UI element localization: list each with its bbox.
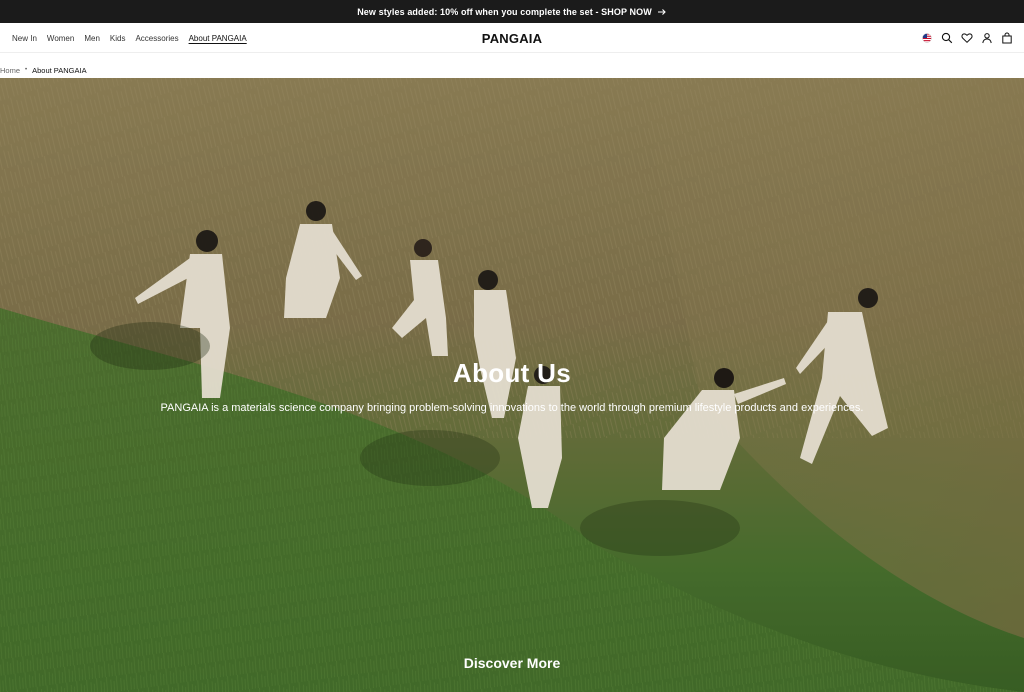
main-nav: New In Women Men Kids Accessories About … [12, 23, 247, 53]
nav-kids[interactable]: Kids [110, 34, 126, 43]
announcement-bar[interactable]: New styles added: 10% off when you compl… [0, 0, 1024, 23]
bag-icon[interactable] [1001, 32, 1013, 44]
heart-icon[interactable] [961, 32, 973, 44]
announcement-text[interactable]: New styles added: 10% off when you compl… [357, 7, 652, 17]
discover-more-button[interactable]: Discover More [464, 655, 560, 671]
nav-men[interactable]: Men [84, 34, 100, 43]
breadcrumb-separator: • [25, 67, 28, 73]
breadcrumb-home[interactable]: Home [0, 66, 20, 75]
nav-new-in[interactable]: New In [12, 34, 37, 43]
site-logo[interactable]: PANGAIA [482, 31, 542, 46]
site-header: New In Women Men Kids Accessories About … [0, 23, 1024, 53]
hero-banner: About Us PANGAIA is a materials science … [0, 78, 1024, 692]
arrow-right-icon[interactable] [657, 7, 667, 17]
hero-title: About Us [453, 358, 571, 388]
discover-more-wrapper: Discover More [0, 655, 1024, 673]
account-icon[interactable] [981, 32, 993, 44]
us-flag-icon[interactable] [921, 32, 933, 44]
nav-women[interactable]: Women [47, 34, 74, 43]
breadcrumb-current: About PANGAIA [32, 65, 87, 75]
nav-about-pangaia[interactable]: About PANGAIA [189, 34, 247, 43]
search-icon[interactable] [941, 32, 953, 44]
nav-accessories[interactable]: Accessories [135, 34, 178, 43]
hero-subtitle: PANGAIA is a materials science company b… [160, 402, 864, 414]
breadcrumb: Home • About PANGAIA [0, 63, 87, 77]
header-icons [921, 23, 1013, 53]
